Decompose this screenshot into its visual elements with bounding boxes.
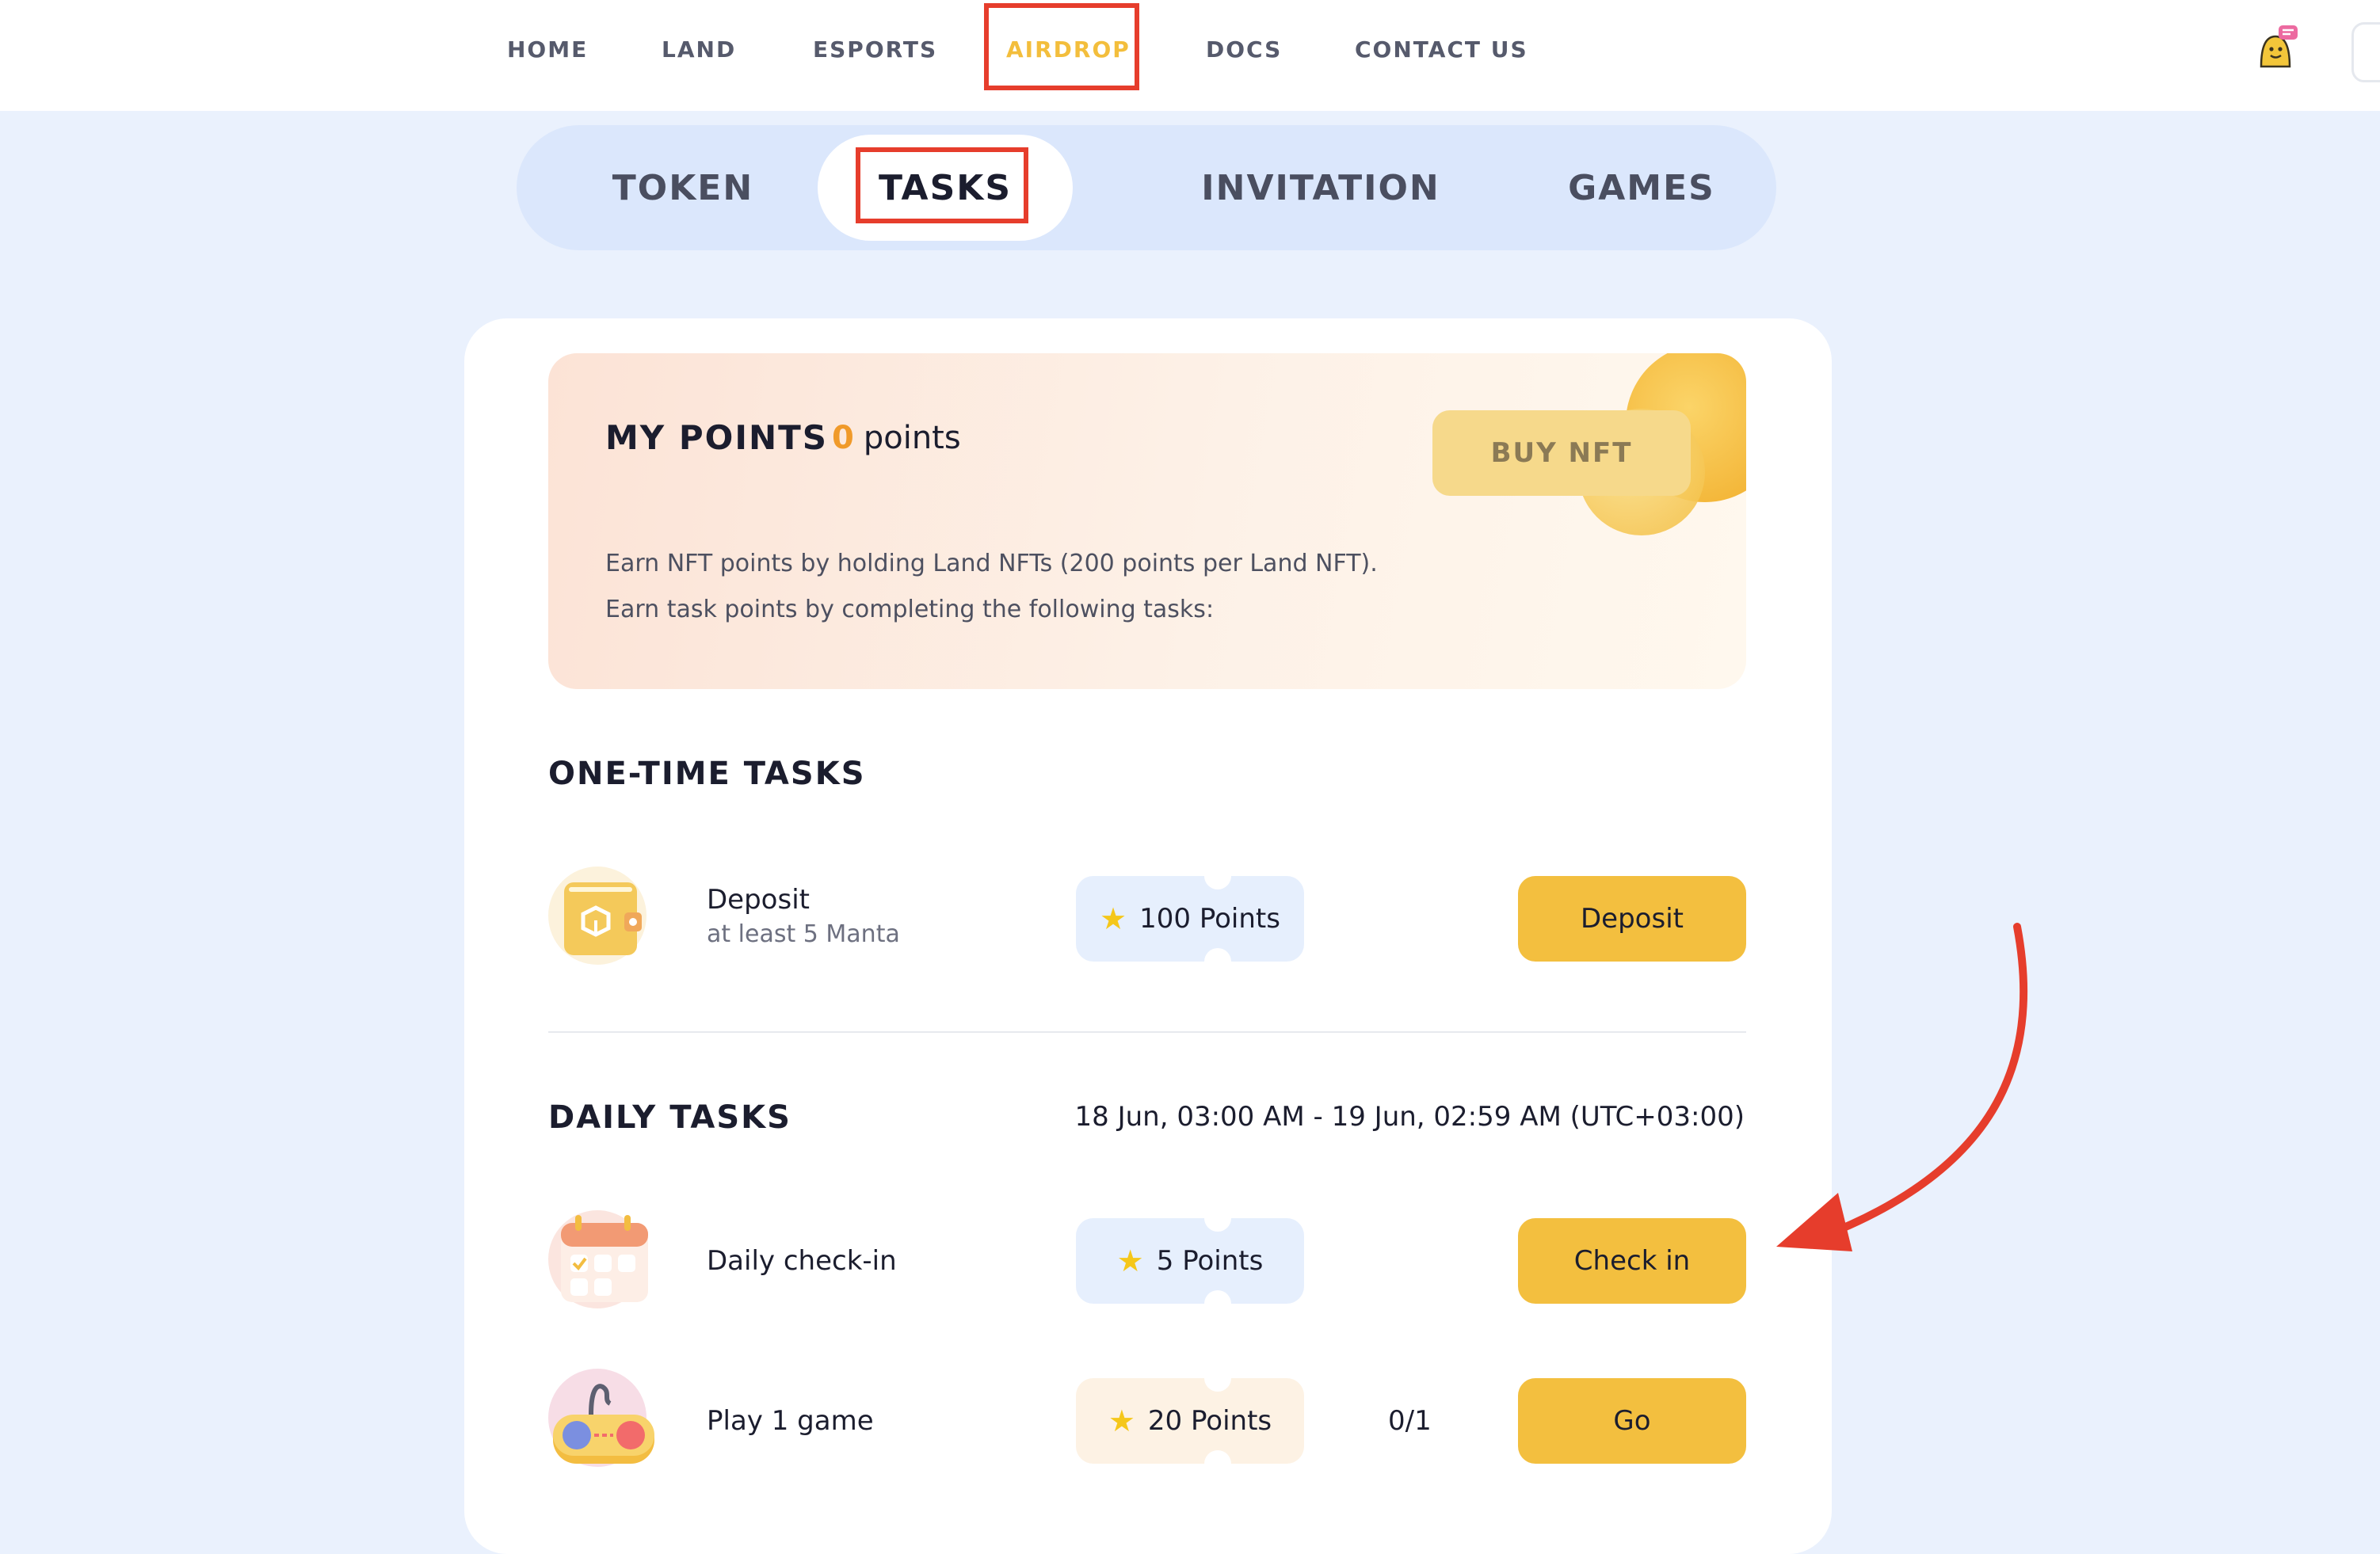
nav-contact-us[interactable]: CONTACT US [1355,0,1528,98]
points-reward-chip: ★ 5 Points [1076,1205,1304,1317]
star-icon: ★ [1100,901,1127,936]
buy-nft-button[interactable]: BUY NFT [1432,410,1691,496]
annotation-arrow [1776,923,2028,1251]
nav-land[interactable]: LAND [662,0,736,98]
points-count: 0 points [832,420,961,456]
tab-games[interactable]: GAMES [1539,125,1745,250]
check-in-button[interactable]: Check in [1518,1218,1746,1304]
tasks-highlight-box [856,147,1028,223]
airdrop-highlight-box [984,3,1139,90]
star-icon: ★ [1116,1244,1144,1278]
go-button[interactable]: Go [1518,1378,1746,1464]
task-name: Deposit [707,884,810,916]
calendar-icon [548,1210,648,1308]
points-reward-chip: ★ 20 Points [1076,1365,1304,1477]
nav-home[interactable]: HOME [507,0,588,98]
airdrop-subtabs: TOKEN TASKS INVITATION GAMES [517,125,1776,250]
deposit-button[interactable]: Deposit [1518,876,1746,962]
tab-token[interactable]: TOKEN [564,125,802,250]
task-name: Play 1 game [707,1405,874,1437]
star-icon: ★ [1108,1404,1135,1438]
gamepad-icon [548,1369,654,1467]
nav-docs[interactable]: DOCS [1206,0,1282,98]
points-unit: points [863,420,961,456]
wallet-connect-button[interactable] [2351,22,2380,82]
task-progress: 0/1 [1388,1405,1432,1437]
points-reward: 20 Points [1147,1405,1272,1437]
points-reward: 5 Points [1156,1245,1264,1277]
one-time-tasks-title: ONE-TIME TASKS [548,756,866,792]
task-subtitle: at least 5 Manta [707,920,900,948]
my-points-title: MY POINTS [605,418,828,457]
points-reward: 100 Points [1139,903,1280,935]
top-navbar: HOME LAND ESPORTS AIRDROP DOCS CONTACT U… [0,0,2380,111]
daily-date-range: 18 Jun, 03:00 AM - 19 Jun, 02:59 AM (UTC… [1074,1101,1745,1133]
wallet-icon [548,867,646,965]
points-value: 0 [832,420,854,456]
points-description-nft: Earn NFT points by holding Land NFTs (20… [605,550,1378,577]
my-points-card: BUY NFT MY POINTS 0 points Earn NFT point… [548,353,1746,689]
points-description-tasks: Earn task points by completing the follo… [605,596,1215,623]
nav-esports[interactable]: ESPORTS [813,0,937,98]
tab-invitation[interactable]: INVITATION [1150,125,1491,250]
task-name: Daily check-in [707,1245,897,1277]
points-reward-chip: ★ 100 Points [1076,863,1304,975]
section-divider [548,1031,1746,1033]
daily-tasks-title: DAILY TASKS [548,1099,791,1136]
mascot-notification-icon[interactable] [2255,22,2299,73]
